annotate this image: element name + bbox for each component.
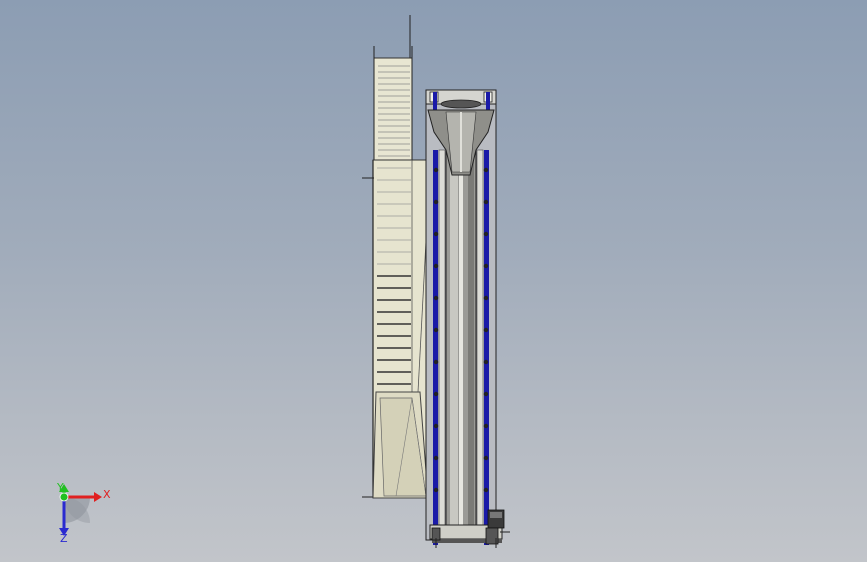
bolt [483, 295, 489, 301]
bolt [483, 231, 489, 237]
coordinate-triad: X Y Z [56, 481, 111, 545]
bolt [433, 359, 439, 365]
y-axis-label: Y [56, 481, 64, 494]
bolt [483, 423, 489, 429]
x-axis-label: X [103, 488, 111, 501]
bolt [433, 295, 439, 301]
bolt [483, 487, 489, 493]
bolt [433, 167, 439, 173]
bolt [433, 263, 439, 269]
bolt [483, 263, 489, 269]
bolt [433, 455, 439, 461]
bolt [433, 391, 439, 397]
cad-viewport[interactable]: X Y Z [0, 0, 867, 562]
bolt [433, 487, 439, 493]
right-blue-rail [484, 150, 489, 545]
bolt [433, 231, 439, 237]
bolt [483, 455, 489, 461]
bolt [483, 199, 489, 205]
bolt [483, 391, 489, 397]
upper-stair-frame [373, 57, 413, 161]
bolt [483, 359, 489, 365]
bolt [433, 423, 439, 429]
bolt [483, 327, 489, 333]
bolt [483, 167, 489, 173]
left-blue-rail [433, 150, 438, 545]
bolt [433, 327, 439, 333]
main-column [425, 89, 510, 548]
bolt [433, 199, 439, 205]
stair-tower [362, 15, 432, 499]
z-axis-label: Z [60, 532, 68, 545]
